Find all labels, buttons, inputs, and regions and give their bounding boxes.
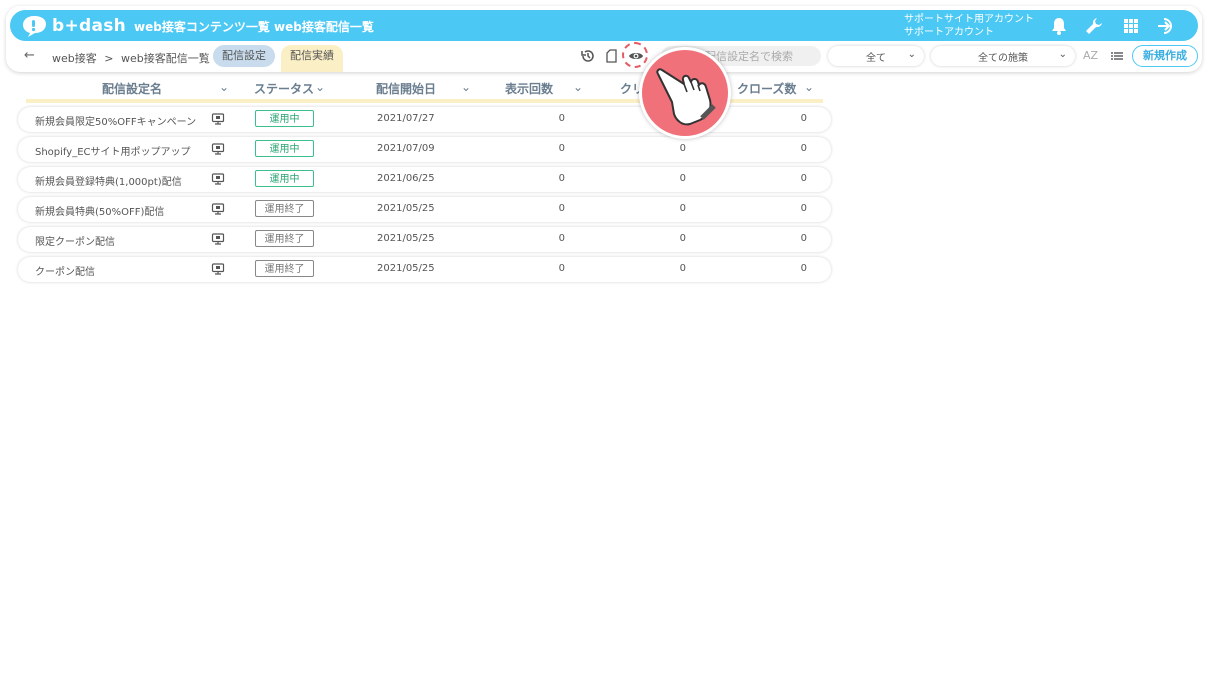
row-name[interactable]: クーポン配信 xyxy=(35,263,95,278)
row-views: 0 xyxy=(558,263,565,274)
row-closes: 0 xyxy=(800,143,807,154)
col-header-views: 表示回数 xyxy=(505,82,554,96)
breadcrumb: web接客 > web接客配信一覧 xyxy=(52,50,210,66)
apps-grid-icon[interactable] xyxy=(1121,16,1141,36)
nav-delivery-list[interactable]: web接客配信一覧 xyxy=(274,18,374,35)
chevron-down-icon: ⌄ xyxy=(907,49,916,60)
file-icon[interactable] xyxy=(604,48,620,64)
row-name[interactable]: 新規会員特典(50%OFF)配信 xyxy=(35,203,164,218)
monitor-icon[interactable] xyxy=(211,142,225,156)
chevron-down-icon[interactable]: ⌄ xyxy=(219,80,229,94)
history-icon[interactable] xyxy=(580,48,596,64)
status-badge: 運用終了 xyxy=(255,230,314,247)
filter-all-select[interactable]: 全て ⌄ xyxy=(828,46,924,66)
account-name: サポートサイト用アカウント xyxy=(904,14,1034,25)
row-start-date: 2021/07/09 xyxy=(377,143,435,154)
nav-content-list[interactable]: web接客コンテンツ一覧 xyxy=(134,18,270,35)
row-clicks: 0 xyxy=(679,173,686,184)
chevron-down-icon[interactable]: ⌄ xyxy=(804,80,814,94)
wrench-icon[interactable] xyxy=(1084,16,1104,36)
logo-bubble-icon xyxy=(23,16,46,37)
row-views: 0 xyxy=(558,143,565,154)
back-arrow-icon[interactable]: ← xyxy=(24,48,35,63)
filter-all-value: 全て xyxy=(866,52,886,64)
row-closes: 0 xyxy=(800,113,807,124)
breadcrumb-separator: > xyxy=(104,52,114,65)
monitor-icon[interactable] xyxy=(211,262,225,276)
row-clicks: 0 xyxy=(679,233,686,244)
row-clicks: 0 xyxy=(679,203,686,214)
tab-delivery-settings[interactable]: 配信設定 xyxy=(213,45,275,67)
col-header-start-date: 配信開始日 xyxy=(376,82,437,96)
status-badge: 運用中 xyxy=(255,110,314,127)
toolbar: ← web接客 > web接客配信一覧 配信設定 配信実績 全て ⌄ 全ての施策… xyxy=(6,44,1202,72)
monitor-icon[interactable] xyxy=(211,172,225,186)
row-name[interactable]: 限定クーポン配信 xyxy=(35,233,115,248)
monitor-icon[interactable] xyxy=(211,232,225,246)
list-view-icon[interactable] xyxy=(1109,48,1125,64)
status-badge: 運用中 xyxy=(255,140,314,157)
col-header-closes: クローズ数 xyxy=(737,82,797,96)
row-start-date: 2021/07/27 xyxy=(377,113,435,124)
table-row[interactable]: クーポン配信 運用終了 2021/05/25 0 0 0 xyxy=(18,257,831,282)
row-closes: 0 xyxy=(800,263,807,274)
col-header-status: ステータス xyxy=(254,82,315,96)
row-clicks: 0 xyxy=(679,143,686,154)
status-badge: 運用終了 xyxy=(255,200,314,217)
chevron-down-icon[interactable]: ⌄ xyxy=(315,80,325,94)
tutorial-pointer xyxy=(639,47,731,139)
logout-icon[interactable] xyxy=(1156,16,1176,36)
bell-icon[interactable] xyxy=(1049,16,1069,36)
status-badge: 運用中 xyxy=(255,170,314,187)
table-row[interactable]: 新規会員登録特典(1,000pt)配信 運用中 2021/06/25 0 0 0 xyxy=(18,167,831,192)
chevron-down-icon[interactable]: ⌄ xyxy=(461,80,471,94)
monitor-icon[interactable] xyxy=(211,202,225,216)
header-card: b+dash web接客コンテンツ一覧 web接客配信一覧 サポートサイト用アカ… xyxy=(6,6,1202,72)
table-row[interactable]: 新規会員特典(50%OFF)配信 運用終了 2021/05/25 0 0 0 xyxy=(18,197,831,222)
monitor-icon[interactable] xyxy=(211,112,225,126)
row-start-date: 2021/05/25 xyxy=(377,233,435,244)
campaign-select-value: 全ての施策 xyxy=(978,52,1028,64)
chevron-down-icon[interactable]: ⌄ xyxy=(573,80,583,94)
col-header-name: 配信設定名 xyxy=(102,82,163,96)
row-views: 0 xyxy=(558,203,565,214)
top-nav-bar: b+dash web接客コンテンツ一覧 web接客配信一覧 サポートサイト用アカ… xyxy=(10,10,1198,41)
new-create-button[interactable]: 新規作成 xyxy=(1132,45,1198,67)
row-start-date: 2021/06/25 xyxy=(377,173,435,184)
table-row[interactable]: 限定クーポン配信 運用終了 2021/05/25 0 0 0 xyxy=(18,227,831,252)
logo-text: b+dash xyxy=(52,16,127,36)
row-start-date: 2021/05/25 xyxy=(377,263,435,274)
row-views: 0 xyxy=(558,173,565,184)
account-info[interactable]: サポートサイト用アカウント サポートアカウント xyxy=(904,13,1034,39)
row-closes: 0 xyxy=(800,173,807,184)
highlight-ring xyxy=(622,42,648,68)
row-name[interactable]: 新規会員限定50%OFFキャンペーン xyxy=(35,113,196,128)
row-views: 0 xyxy=(558,233,565,244)
row-name[interactable]: 新規会員登録特典(1,000pt)配信 xyxy=(35,173,182,188)
tab-delivery-results[interactable]: 配信実績 xyxy=(281,45,343,72)
row-closes: 0 xyxy=(800,233,807,244)
breadcrumb-current: web接客配信一覧 xyxy=(120,52,210,65)
table-row[interactable]: Shopify_ECサイト用ポップアップ 運用中 2021/07/09 0 0 0 xyxy=(18,137,831,162)
row-name[interactable]: Shopify_ECサイト用ポップアップ xyxy=(35,143,191,158)
row-views: 0 xyxy=(558,113,565,124)
chevron-down-icon: ⌄ xyxy=(1058,49,1067,60)
account-sub: サポートアカウント xyxy=(904,27,994,38)
status-badge: 運用終了 xyxy=(255,260,314,277)
sort-az-icon[interactable]: AZ xyxy=(1083,49,1098,62)
row-clicks: 0 xyxy=(679,263,686,274)
row-closes: 0 xyxy=(800,203,807,214)
row-start-date: 2021/05/25 xyxy=(377,203,435,214)
pointing-hand-icon xyxy=(656,68,716,126)
app-logo[interactable]: b+dash xyxy=(22,14,126,38)
breadcrumb-root[interactable]: web接客 xyxy=(52,52,97,65)
campaign-select[interactable]: 全ての施策 ⌄ xyxy=(931,46,1075,66)
